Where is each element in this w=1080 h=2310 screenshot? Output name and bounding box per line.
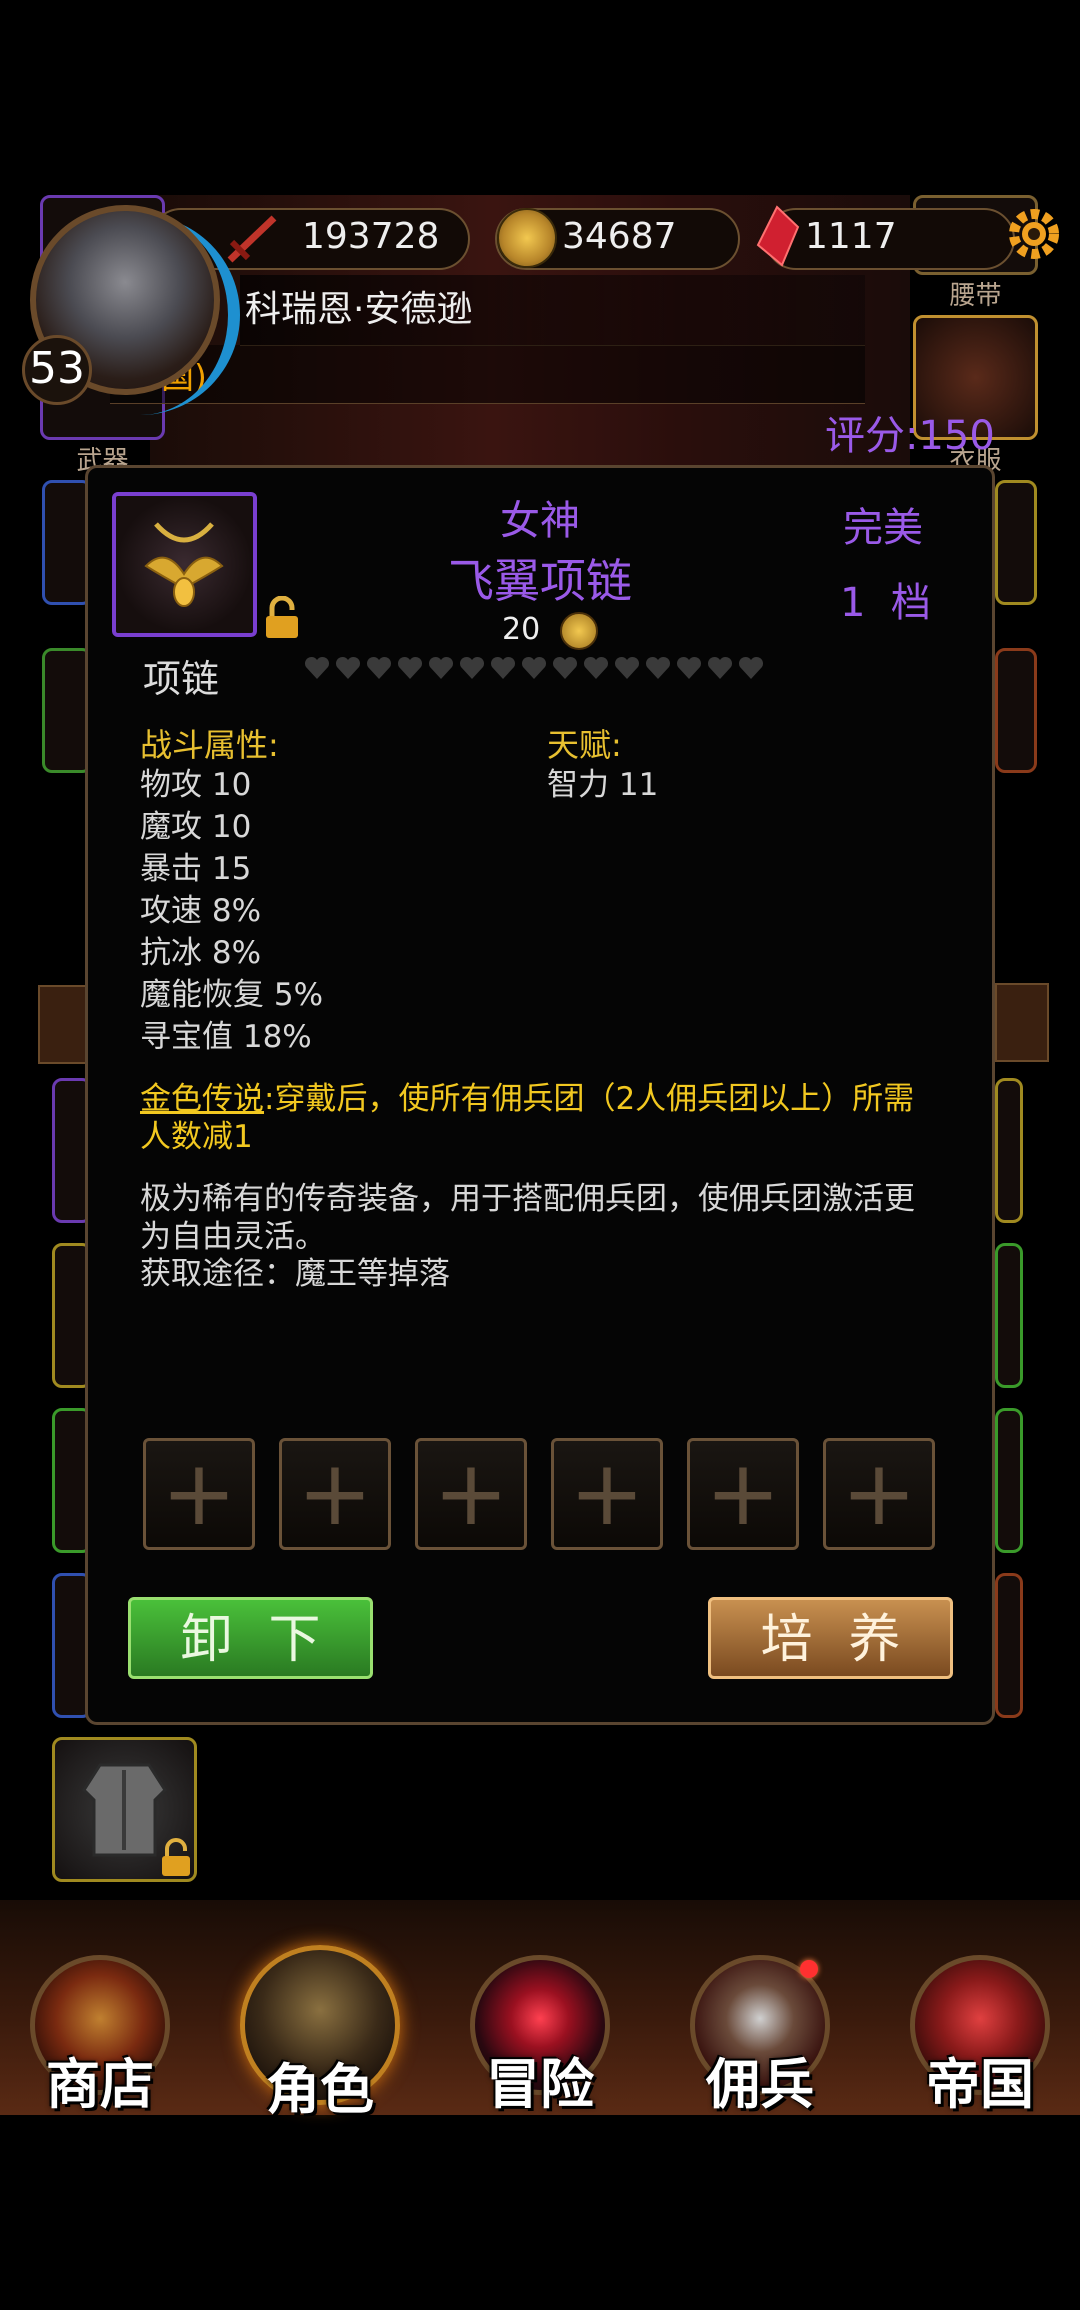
talent-header: 天赋: bbox=[547, 726, 622, 764]
heart-rating-row bbox=[303, 654, 765, 686]
heart-icon bbox=[459, 656, 485, 679]
nav-shop-label: 商店 bbox=[46, 2052, 154, 2116]
heart-icon bbox=[397, 656, 423, 679]
nav-adventure-label: 冒险 bbox=[486, 2052, 594, 2116]
side-tab-left[interactable] bbox=[38, 985, 92, 1064]
combat-power-value: 193728 bbox=[302, 216, 440, 257]
heart-icon bbox=[490, 656, 516, 679]
gem-socket-5[interactable]: + bbox=[687, 1438, 799, 1550]
level-coin-icon bbox=[560, 612, 598, 650]
gold-coin-icon bbox=[497, 208, 557, 268]
sword-icon bbox=[222, 212, 282, 266]
plus-icon: + bbox=[705, 1441, 781, 1546]
combat-attributes-header: 战斗属性: bbox=[140, 726, 279, 764]
legend-name: 金色传说 bbox=[140, 1081, 264, 1117]
gem-socket-6[interactable]: + bbox=[823, 1438, 935, 1550]
heart-icon bbox=[583, 656, 609, 679]
plus-icon: + bbox=[161, 1441, 237, 1546]
stat-physical-attack: 物攻 10 bbox=[140, 767, 252, 803]
legend-effect: 金色传说:穿戴后，使所有佣兵团（2人佣兵团以上）所需人数减1 bbox=[140, 1080, 940, 1156]
heart-icon bbox=[645, 656, 671, 679]
side-slot-right-3[interactable] bbox=[995, 1078, 1023, 1223]
stat-magic-attack: 魔攻 10 bbox=[140, 809, 252, 845]
stat-mana-regen: 魔能恢复 5% bbox=[140, 977, 324, 1013]
gem-socket-4[interactable]: + bbox=[551, 1438, 663, 1550]
heart-icon bbox=[335, 656, 361, 679]
stat-list: 物攻 10 魔攻 10 暴击 15 攻速 8% 抗冰 8% 魔能恢复 5% 寻宝… bbox=[140, 764, 323, 1058]
item-source: 获取途径：魔王等掉落 bbox=[140, 1256, 450, 1292]
heart-icon bbox=[552, 656, 578, 679]
stat-treasure-find: 寻宝值 18% bbox=[140, 1019, 312, 1055]
nav-character-label: 角色 bbox=[266, 2057, 374, 2121]
unequip-button[interactable]: 卸下 bbox=[128, 1597, 373, 1679]
heart-icon bbox=[366, 656, 392, 679]
notification-dot-icon bbox=[800, 1960, 818, 1978]
player-name: 科瑞恩·安德逊 bbox=[245, 289, 473, 330]
side-tab-right[interactable] bbox=[995, 983, 1049, 1062]
armor-lock-icon[interactable] bbox=[158, 1838, 194, 1878]
side-slot-right-1[interactable] bbox=[995, 480, 1037, 605]
item-icon-frame bbox=[112, 492, 257, 637]
nav-empire-label: 帝国 bbox=[926, 2052, 1034, 2116]
item-level: 20 bbox=[502, 612, 541, 647]
score-label: 评分:150 bbox=[825, 413, 995, 459]
gem-socket-2[interactable]: + bbox=[279, 1438, 391, 1550]
winged-necklace-icon bbox=[144, 522, 224, 607]
nav-mercenary-label: 佣兵 bbox=[706, 2052, 814, 2116]
gem-socket-3[interactable]: + bbox=[415, 1438, 527, 1550]
item-tier: 1 档 bbox=[840, 580, 931, 626]
item-quality: 完美 bbox=[843, 505, 923, 551]
item-title-line2: 飞翼项链 bbox=[448, 554, 632, 608]
side-slot-right-6[interactable] bbox=[995, 1573, 1023, 1718]
side-slot-right-2[interactable] bbox=[995, 648, 1037, 773]
item-title-line1: 女神 bbox=[500, 498, 580, 544]
plus-icon: + bbox=[297, 1441, 373, 1546]
plus-icon: + bbox=[569, 1441, 645, 1546]
train-button[interactable]: 培养 bbox=[708, 1597, 953, 1679]
item-description: 极为稀有的传奇装备，用于搭配佣兵团，使佣兵团激活更为自由灵活。 bbox=[140, 1181, 915, 1255]
gem-value: 1117 bbox=[805, 216, 897, 257]
red-gem-icon bbox=[752, 205, 802, 267]
talent-intelligence: 智力 11 bbox=[547, 767, 659, 803]
belt-slot-label: 腰带 bbox=[949, 281, 1002, 311]
heart-icon bbox=[614, 656, 640, 679]
plus-icon: + bbox=[841, 1441, 917, 1546]
item-type: 项链 bbox=[143, 657, 220, 701]
heart-icon bbox=[521, 656, 547, 679]
side-slot-right-5[interactable] bbox=[995, 1408, 1023, 1553]
settings-gear-icon[interactable] bbox=[1005, 205, 1063, 263]
side-slot-right-4[interactable] bbox=[995, 1243, 1023, 1388]
gold-value: 34687 bbox=[562, 216, 677, 257]
heart-icon bbox=[428, 656, 454, 679]
heart-icon bbox=[304, 656, 330, 679]
level-badge: 53 bbox=[22, 335, 92, 405]
gem-socket-1[interactable]: + bbox=[143, 1438, 255, 1550]
plus-icon: + bbox=[433, 1441, 509, 1546]
lock-icon[interactable] bbox=[262, 595, 302, 640]
stat-critical: 暴击 15 bbox=[140, 851, 252, 887]
heart-icon bbox=[676, 656, 702, 679]
stat-attack-speed: 攻速 8% bbox=[140, 893, 262, 929]
heart-icon bbox=[738, 656, 764, 679]
heart-icon bbox=[707, 656, 733, 679]
stat-ice-resist: 抗冰 8% bbox=[140, 935, 262, 971]
